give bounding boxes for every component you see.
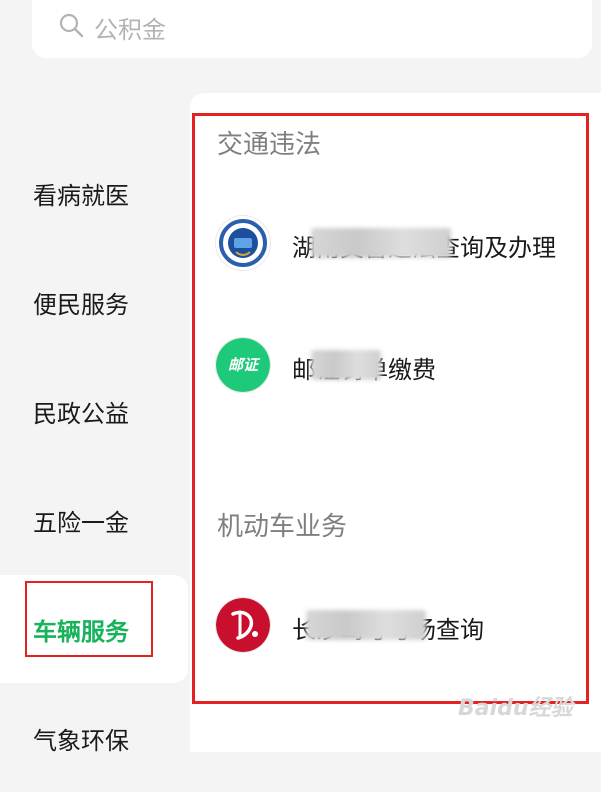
- youzheng-logo-icon: 邮证: [216, 338, 270, 392]
- sidebar-item-label: 便民服务: [33, 290, 129, 319]
- service-item-youzheng-fine-payment[interactable]: 邮证 邮证罚单缴费: [216, 338, 586, 398]
- blurred-text-mask: [306, 610, 426, 640]
- svg-text:邮证: 邮证: [228, 356, 261, 374]
- changsha-logo-icon: [216, 598, 270, 652]
- sidebar-item-vehicle-services[interactable]: 车辆服务: [0, 575, 188, 683]
- sidebar-item-label: 气象环保: [33, 726, 129, 755]
- baidu-watermark: Baidu经验: [458, 696, 573, 721]
- sidebar-item-medical[interactable]: 看病就医: [0, 139, 188, 247]
- section-title-motor-vehicle: 机动车业务: [217, 512, 348, 542]
- search-icon: [58, 12, 86, 40]
- traffic-police-emblem-icon: [216, 216, 270, 270]
- sidebar-item-civil-affairs[interactable]: 民政公益: [0, 357, 188, 465]
- search-placeholder: 公积金: [94, 16, 166, 44]
- service-item-changsha-driving-test[interactable]: 长沙驾考考场查询: [216, 598, 586, 658]
- category-sidebar: 看病就医 便民服务 民政公益 五险一金 车辆服务 气象环保: [0, 80, 190, 755]
- sidebar-item-label: 车辆服务: [33, 617, 129, 646]
- section-title-traffic-violation: 交通违法: [217, 130, 322, 160]
- sidebar-item-label: 民政公益: [33, 399, 129, 428]
- sidebar-item-label: 五险一金: [33, 508, 129, 537]
- sidebar-item-social-insurance[interactable]: 五险一金: [0, 466, 188, 574]
- sidebar-item-convenience[interactable]: 便民服务: [0, 248, 188, 356]
- blurred-text-mask: [311, 228, 451, 258]
- sidebar-item-label: 看病就医: [33, 181, 129, 210]
- search-bar[interactable]: 公积金: [32, 0, 592, 58]
- blurred-text-mask: [311, 350, 381, 380]
- sidebar-item-weather-environment[interactable]: 气象环保: [0, 684, 188, 792]
- service-item-traffic-police[interactable]: 湖南交警违法查询及办理: [216, 216, 586, 276]
